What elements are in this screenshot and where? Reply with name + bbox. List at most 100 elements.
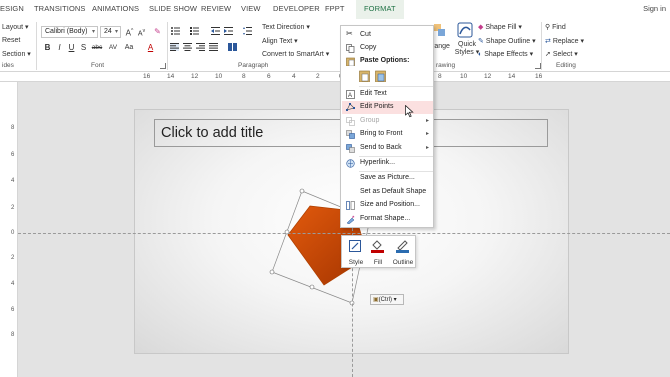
- tab-fppt[interactable]: FPPT: [325, 4, 345, 13]
- line-spacing-icon[interactable]: [243, 27, 252, 35]
- menu-divider: [359, 86, 433, 87]
- grow-font-icon[interactable]: A^: [124, 26, 135, 38]
- tab-transitions[interactable]: TRANSITIONS: [34, 4, 86, 13]
- tab-design[interactable]: ESIGN: [0, 4, 24, 13]
- shape-outline-button[interactable]: ✎ Shape Outline ▾: [478, 37, 536, 45]
- menu-item-set-default[interactable]: Set as Default Shape: [342, 186, 433, 199]
- shape-fill-button[interactable]: ◆ Shape Fill ▾: [478, 23, 522, 31]
- font-color-button[interactable]: A: [145, 42, 156, 53]
- bold-button[interactable]: B: [42, 42, 53, 53]
- tab-developer[interactable]: DEVELOPER: [273, 4, 320, 13]
- underline-button[interactable]: U: [66, 42, 77, 53]
- ruler-number: 2: [11, 255, 15, 261]
- quick-styles-icon[interactable]: [457, 22, 473, 38]
- font-name-box[interactable]: Calibri (Body) ▾: [41, 26, 98, 38]
- menu-item-send-back[interactable]: Send to Back ▸: [342, 142, 433, 155]
- numbering-icon[interactable]: [190, 27, 199, 35]
- resize-handle[interactable]: [299, 188, 305, 194]
- resize-handle[interactable]: [269, 269, 275, 275]
- strikethrough-button[interactable]: abc: [90, 42, 104, 53]
- italic-button[interactable]: I: [54, 42, 65, 53]
- font-size-box[interactable]: 24 ▾: [100, 26, 121, 38]
- columns-icon[interactable]: [228, 43, 237, 51]
- shrink-font-icon[interactable]: Av: [136, 26, 147, 37]
- paste-options-badge[interactable]: ▣(Ctrl) ▾: [370, 294, 404, 305]
- change-case-button[interactable]: Aa: [122, 42, 136, 53]
- font-size-value: 24: [104, 28, 112, 35]
- shape-effects-button[interactable]: ◐ Shape Effects ▾: [478, 50, 533, 58]
- fill-button[interactable]: Fill: [367, 237, 389, 268]
- paste-keep-formatting-icon[interactable]: [359, 70, 370, 82]
- tab-review[interactable]: REVIEW: [201, 4, 231, 13]
- menu-label: Send to Back: [360, 144, 402, 151]
- convert-smartart-button[interactable]: Convert to SmartArt ▾: [262, 50, 329, 58]
- tab-view[interactable]: VIEW: [241, 4, 261, 13]
- replace-button[interactable]: ⇄ Replace ▾: [545, 37, 584, 45]
- align-right-icon[interactable]: [196, 43, 205, 51]
- reset-button[interactable]: Reset: [2, 37, 20, 44]
- submenu-arrow-icon: ▸: [425, 145, 429, 151]
- context-menu: ✂ Cut Copy Paste Options: A Edit Text Ed…: [340, 25, 434, 228]
- menu-item-cut[interactable]: ✂ Cut: [342, 29, 433, 42]
- menu-item-format-shape[interactable]: Format Shape...: [342, 213, 433, 226]
- menu-label: Save as Picture...: [360, 174, 415, 181]
- shadow-button[interactable]: S: [78, 42, 89, 53]
- cursor-icon: ➚: [545, 51, 551, 58]
- quick-styles-button[interactable]: Quick Styles ▾: [454, 41, 480, 57]
- group-divider: [541, 22, 542, 70]
- menu-item-group[interactable]: Group ▸: [342, 115, 433, 128]
- sign-in-link[interactable]: Sign in: [643, 4, 666, 13]
- menu-item-size-position[interactable]: Size and Position...: [342, 199, 433, 212]
- menu-label: Paste Options:: [360, 57, 410, 64]
- drawing-group-label: rawing: [436, 62, 456, 69]
- tab-format[interactable]: FORMAT: [356, 0, 404, 19]
- clear-formatting-icon[interactable]: ✎: [152, 26, 163, 37]
- ruler-number: 2: [316, 73, 320, 80]
- shape-fill-label: Shape Fill ▾: [485, 24, 522, 31]
- tab-animations[interactable]: ANIMATIONS: [92, 4, 139, 13]
- bullets-icon[interactable]: [171, 27, 180, 35]
- ruler-number: 6: [11, 152, 15, 158]
- menu-item-save-picture[interactable]: Save as Picture...: [342, 172, 433, 185]
- horizontal-ruler: 16 14 12 10 8 6 4 2 0 6 8 10 12 14 16: [0, 72, 670, 82]
- text-direction-button[interactable]: Text Direction ▾: [262, 23, 310, 31]
- arrange-icon[interactable]: [434, 24, 446, 38]
- outline-button[interactable]: Outline: [391, 237, 415, 268]
- menu-item-copy[interactable]: Copy: [342, 42, 433, 55]
- font-dialog-launcher-icon[interactable]: [160, 63, 166, 69]
- menu-label: Cut: [360, 31, 371, 38]
- menu-item-edit-text[interactable]: A Edit Text: [342, 88, 433, 101]
- menu-item-bring-front[interactable]: Bring to Front ▸: [342, 128, 433, 141]
- tab-slide-show[interactable]: SLIDE SHOW: [149, 4, 197, 13]
- group-divider: [36, 22, 37, 70]
- paste-picture-icon[interactable]: [375, 70, 386, 82]
- section-button[interactable]: Section ▾: [2, 50, 31, 58]
- decrease-indent-icon[interactable]: [211, 27, 220, 35]
- group-icon: [346, 117, 355, 126]
- ruler-number: 14: [508, 73, 516, 80]
- svg-text:A: A: [348, 93, 352, 99]
- find-button[interactable]: ⚲ Find: [545, 23, 566, 31]
- layout-button[interactable]: Layout ▾: [2, 23, 28, 31]
- char-spacing-button[interactable]: AV: [106, 42, 120, 53]
- justify-icon[interactable]: [209, 43, 218, 51]
- align-left-icon[interactable]: [170, 43, 179, 51]
- resize-handle[interactable]: [309, 284, 315, 290]
- ruler-number: 16: [535, 73, 543, 80]
- menu-label: Edit Points: [360, 103, 394, 110]
- menu-item-hyperlink[interactable]: Hyperlink...: [342, 157, 433, 170]
- align-text-button[interactable]: Align Text ▾: [262, 37, 298, 45]
- menu-item-edit-points[interactable]: Edit Points: [342, 101, 433, 114]
- increase-indent-icon[interactable]: [224, 27, 233, 35]
- arrange-button[interactable]: range: [432, 43, 450, 50]
- shape-outline-label: Shape Outline ▾: [485, 38, 536, 45]
- replace-icon: ⇄: [545, 38, 551, 45]
- style-label: Style: [348, 259, 364, 266]
- outline-pen-icon: [396, 240, 409, 253]
- ruler-number: 16: [143, 73, 151, 80]
- ruler-number: 6: [267, 73, 271, 80]
- horizontal-guide[interactable]: [18, 233, 670, 234]
- select-button[interactable]: ➚ Select ▾: [545, 50, 578, 58]
- align-center-icon[interactable]: [183, 43, 192, 51]
- style-button[interactable]: Style: [345, 237, 367, 268]
